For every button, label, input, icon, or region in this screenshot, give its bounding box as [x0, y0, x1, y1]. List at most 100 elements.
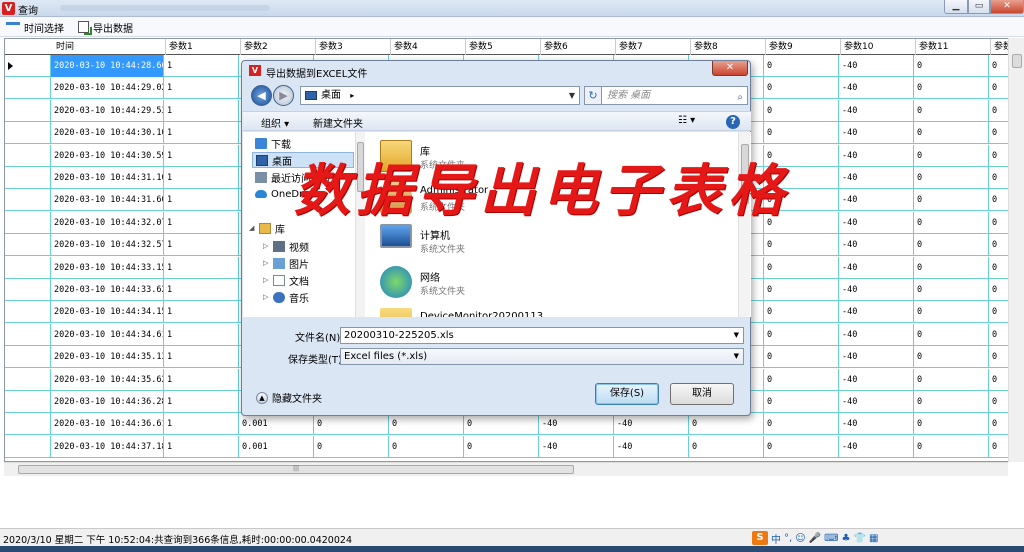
- table-cell[interactable]: 0: [914, 144, 989, 167]
- table-cell[interactable]: 0: [989, 257, 1008, 279]
- hide-folders-button[interactable]: ▲ 隐藏文件夹: [256, 390, 322, 405]
- search-icon[interactable]: ⌕: [737, 89, 743, 106]
- table-cell[interactable]: 0: [764, 301, 839, 324]
- table-cell[interactable]: 1: [164, 234, 239, 257]
- table-cell[interactable]: 0: [764, 435, 839, 458]
- row-header[interactable]: [5, 435, 51, 458]
- table-row[interactable]: 2020-03-10 10:44:37.183 1 0.001 0 0 0 -40 -40 0 0…: [5, 435, 1008, 458]
- row-header[interactable]: [5, 279, 51, 301]
- row-header[interactable]: [5, 122, 51, 145]
- table-cell[interactable]: -40: [839, 77, 914, 100]
- nav-item[interactable]: ▷ 音乐: [263, 289, 309, 305]
- table-cell[interactable]: 0: [989, 212, 1008, 234]
- column-header[interactable]: 参数8: [691, 39, 766, 55]
- collapse-arrow-icon[interactable]: ◢: [249, 224, 255, 232]
- nav-item[interactable]: ▷ 图片: [263, 255, 309, 271]
- table-cell[interactable]: 1: [164, 99, 239, 122]
- row-header[interactable]: [5, 391, 51, 413]
- table-cell[interactable]: 0: [764, 77, 839, 100]
- nav-item[interactable]: 下载: [255, 135, 291, 151]
- table-cell[interactable]: 0: [989, 145, 1008, 167]
- table-cell[interactable]: 0: [764, 122, 839, 145]
- table-cell[interactable]: 2020-03-10 10:44:37.183: [51, 435, 164, 458]
- table-cell[interactable]: 1: [164, 391, 239, 413]
- table-cell[interactable]: 2020-03-10 10:44:29.028: [51, 77, 164, 100]
- grid-hscroll-thumb[interactable]: |||: [18, 465, 574, 474]
- table-cell[interactable]: 0: [914, 55, 989, 77]
- nav-item[interactable]: ▷ 视频: [263, 238, 309, 254]
- back-button[interactable]: ◀: [251, 85, 272, 106]
- table-cell[interactable]: 0: [314, 435, 389, 458]
- table-cell[interactable]: 0: [914, 167, 989, 189]
- table-cell[interactable]: 0: [989, 100, 1008, 122]
- filetype-dropdown-icon[interactable]: ▼: [734, 349, 739, 364]
- row-header[interactable]: [5, 234, 51, 257]
- table-cell[interactable]: 0: [764, 413, 839, 436]
- new-folder-button[interactable]: 新建文件夹: [313, 115, 363, 130]
- table-cell[interactable]: 0: [989, 391, 1008, 413]
- table-cell[interactable]: 0: [914, 189, 989, 212]
- table-cell[interactable]: 0: [464, 413, 539, 436]
- table-cell[interactable]: 2020-03-10 10:44:33.628: [51, 279, 164, 301]
- table-cell[interactable]: 0: [764, 55, 839, 77]
- table-cell[interactable]: -40: [614, 435, 689, 458]
- expand-arrow-icon[interactable]: ▷: [263, 259, 269, 267]
- table-cell[interactable]: 0: [989, 77, 1008, 99]
- table-cell[interactable]: 2020-03-10 10:44:36.612: [51, 413, 164, 436]
- table-cell[interactable]: 2020-03-10 10:44:34.150: [51, 301, 164, 324]
- column-header[interactable]: 参数: [991, 39, 1008, 55]
- table-cell[interactable]: 2020-03-10 10:44:33.150: [51, 256, 164, 279]
- table-cell[interactable]: 1: [164, 55, 239, 77]
- row-header[interactable]: [5, 55, 51, 77]
- table-cell[interactable]: 0: [989, 324, 1008, 346]
- row-header[interactable]: [5, 301, 51, 324]
- row-header[interactable]: [5, 211, 51, 234]
- table-cell[interactable]: 0: [989, 369, 1008, 391]
- ime-tool-icon[interactable]: °,: [784, 533, 792, 544]
- table-cell[interactable]: 1: [164, 323, 239, 346]
- table-cell[interactable]: 2020-03-10 10:44:36.284: [51, 391, 164, 413]
- table-cell[interactable]: -40: [614, 413, 689, 436]
- table-cell[interactable]: 2020-03-10 10:44:31.600: [51, 189, 164, 212]
- row-header[interactable]: [5, 77, 51, 100]
- table-cell[interactable]: 2020-03-10 10:44:30.590: [51, 144, 164, 167]
- filetype-select[interactable]: Excel files (*.xls) ▼: [340, 348, 744, 365]
- table-cell[interactable]: -40: [839, 211, 914, 234]
- table-cell[interactable]: 0: [914, 301, 989, 324]
- row-header[interactable]: [5, 323, 51, 346]
- table-cell[interactable]: 0: [764, 323, 839, 346]
- ime-tool-icon[interactable]: ▦: [869, 533, 878, 544]
- table-cell[interactable]: -40: [839, 435, 914, 458]
- table-cell[interactable]: 0: [914, 122, 989, 145]
- table-cell[interactable]: -40: [539, 413, 614, 436]
- expand-arrow-icon[interactable]: ▷: [263, 242, 269, 250]
- table-cell[interactable]: 0.001: [239, 413, 314, 436]
- table-cell[interactable]: 1: [164, 122, 239, 145]
- table-cell[interactable]: -40: [839, 391, 914, 413]
- table-cell[interactable]: 1: [164, 435, 239, 458]
- column-header[interactable]: 参数11: [916, 39, 991, 55]
- table-cell[interactable]: 0: [914, 323, 989, 346]
- table-cell[interactable]: 2020-03-10 10:44:28.660: [51, 55, 164, 77]
- table-cell[interactable]: 0: [989, 55, 1008, 77]
- close-button[interactable]: ✕: [990, 0, 1024, 14]
- ime-tool-icon[interactable]: 中: [771, 531, 781, 546]
- column-header[interactable]: 参数2: [241, 39, 316, 55]
- ime-tool-icon[interactable]: ☺: [795, 533, 805, 544]
- table-cell[interactable]: 0: [914, 256, 989, 279]
- table-cell[interactable]: 1: [164, 167, 239, 189]
- row-header[interactable]: [5, 99, 51, 122]
- expand-arrow-icon[interactable]: ▷: [263, 293, 269, 301]
- table-cell[interactable]: 0: [389, 413, 464, 436]
- table-cell[interactable]: 0: [764, 391, 839, 413]
- column-header[interactable]: 参数7: [616, 39, 691, 55]
- table-cell[interactable]: 0: [989, 279, 1008, 301]
- table-cell[interactable]: 2020-03-10 10:44:35.628: [51, 368, 164, 391]
- search-input[interactable]: 搜索 桌面 ⌕: [601, 86, 748, 105]
- table-cell[interactable]: 0: [989, 346, 1008, 368]
- table-cell[interactable]: -40: [539, 435, 614, 458]
- table-cell[interactable]: -40: [839, 368, 914, 391]
- table-cell[interactable]: -40: [839, 99, 914, 122]
- filename-input[interactable]: 20200310-225205.xls ▼: [340, 327, 744, 344]
- maximize-button[interactable]: ▭: [968, 0, 990, 14]
